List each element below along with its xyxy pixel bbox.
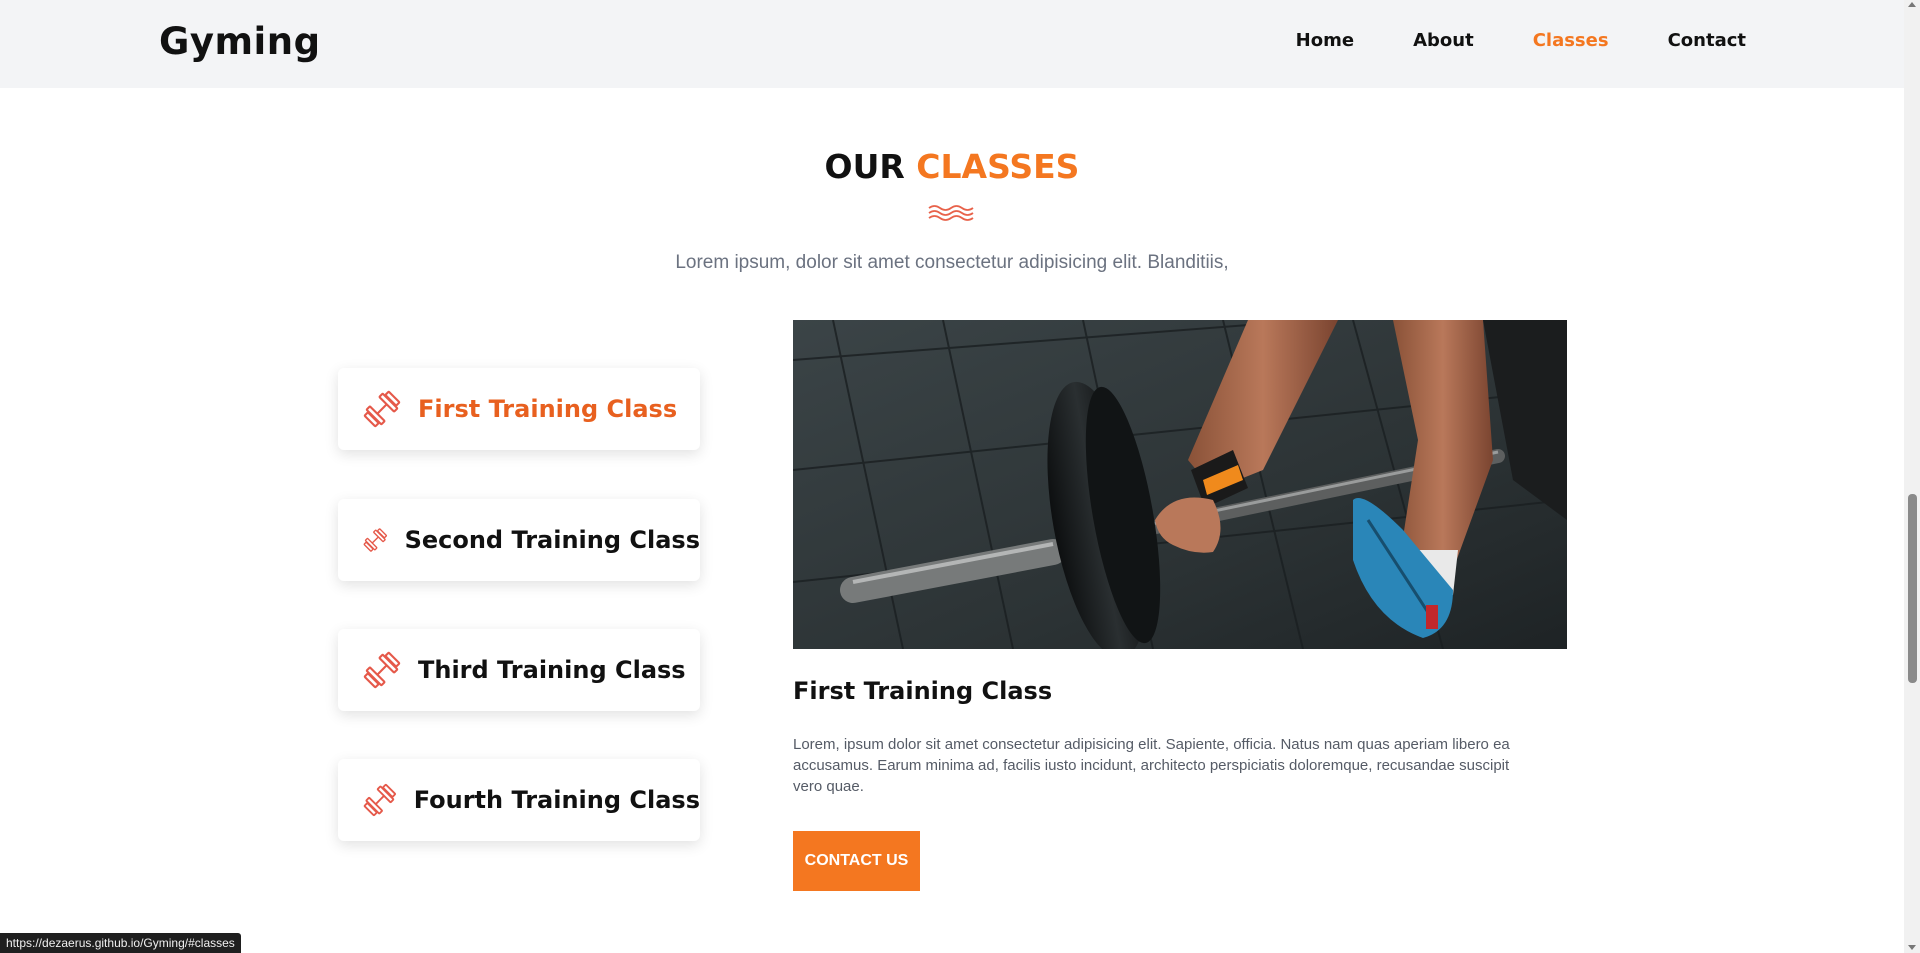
- class-card-label: Third Training Class: [418, 656, 686, 684]
- section-title: OUR CLASSES: [0, 147, 1904, 186]
- barbell-workout-image: [793, 320, 1567, 649]
- scroll-up-arrow-icon[interactable]: [1908, 2, 1916, 7]
- main-nav: Home About Classes Contact: [1296, 30, 1746, 51]
- nav-classes[interactable]: Classes: [1533, 30, 1609, 51]
- dumbbell-icon: [363, 651, 401, 689]
- section-subtitle: Lorem ipsum, dolor sit amet consectetur …: [675, 252, 1229, 273]
- class-card-third[interactable]: Third Training Class: [338, 629, 700, 711]
- detail-title: First Training Class: [793, 677, 1053, 705]
- class-card-label: First Training Class: [418, 395, 678, 423]
- wave-divider-icon: [928, 205, 974, 221]
- link-status-bar: https://dezaerus.github.io/Gyming/#class…: [0, 933, 241, 953]
- class-card-first[interactable]: First Training Class: [338, 368, 700, 450]
- detail-description: Lorem, ipsum dolor sit amet consectetur …: [793, 736, 1510, 795]
- class-card-label: Fourth Training Class: [413, 786, 700, 814]
- section-title-part1: OUR: [824, 147, 905, 186]
- class-card-second[interactable]: Second Training Class: [338, 499, 700, 581]
- site-header: Gyming Home About Classes Contact: [0, 0, 1904, 88]
- nav-about[interactable]: About: [1413, 30, 1474, 51]
- scrollbar-thumb[interactable]: [1908, 494, 1917, 683]
- dumbbell-icon: [363, 390, 401, 428]
- page-scrollbar[interactable]: [1904, 0, 1920, 953]
- nav-home[interactable]: Home: [1296, 30, 1354, 51]
- class-card-label: Second Training Class: [404, 526, 700, 554]
- contact-us-button[interactable]: CONTACT US: [793, 831, 920, 891]
- nav-contact[interactable]: Contact: [1668, 30, 1746, 51]
- dumbbell-icon: [363, 528, 387, 552]
- class-card-fourth[interactable]: Fourth Training Class: [338, 759, 700, 841]
- site-logo[interactable]: Gyming: [159, 20, 321, 63]
- section-title-part2: CLASSES: [916, 147, 1080, 186]
- scroll-down-arrow-icon[interactable]: [1908, 945, 1916, 950]
- dumbbell-icon: [363, 783, 396, 817]
- class-photo: [793, 320, 1567, 649]
